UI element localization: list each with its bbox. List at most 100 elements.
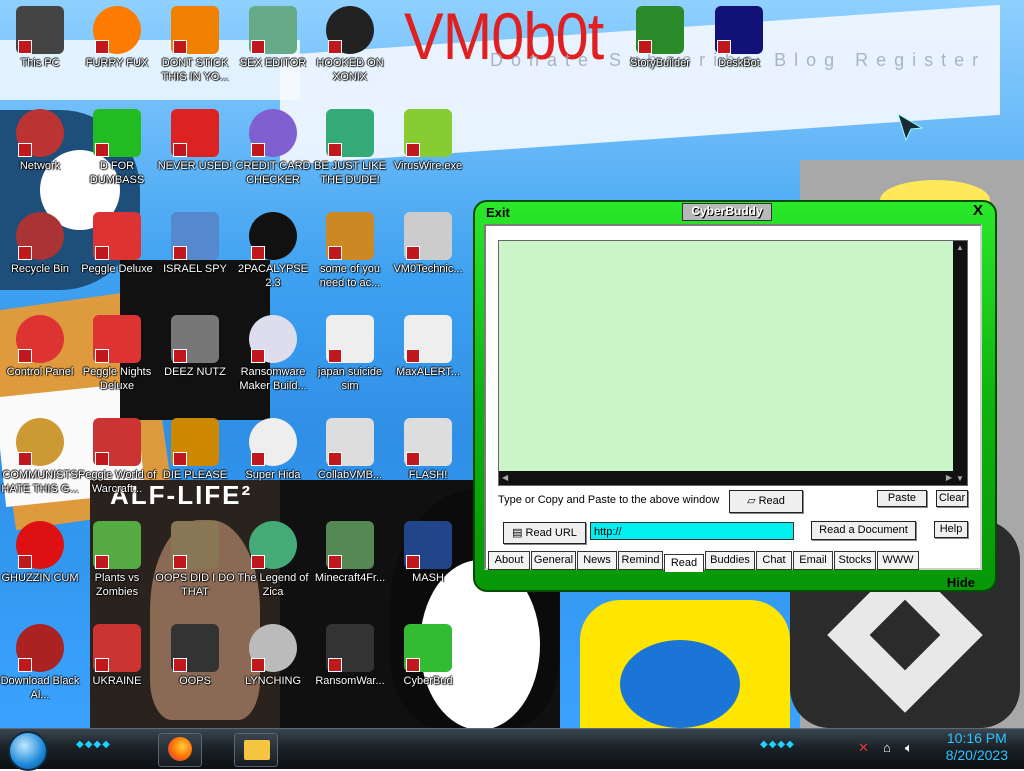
- read-document-button[interactable]: Read a Document: [811, 521, 916, 540]
- desktop-icon[interactable]: Peggle Nights Deluxe: [77, 315, 157, 393]
- clear-button[interactable]: Clear: [936, 490, 968, 507]
- shortcut-badge-icon: [18, 246, 32, 260]
- tab-buddies[interactable]: Buddies: [705, 551, 755, 570]
- desktop-icon[interactable]: 2PACALYPSE 2.3: [233, 212, 313, 290]
- desktop-icon[interactable]: some of you need to ac...: [310, 212, 390, 290]
- desktop-icon[interactable]: CREDIT CARD CHECKER: [233, 109, 313, 187]
- pixel-cat-icon: [249, 418, 297, 466]
- desktop-icon[interactable]: OOPS DID I DO THAT: [155, 521, 235, 599]
- scroll-up-icon[interactable]: ▲: [956, 243, 964, 252]
- hint-text: Type or Copy and Paste to the above wind…: [498, 494, 720, 506]
- horizontal-scrollbar[interactable]: ◀ ▶: [499, 471, 955, 485]
- desktop-icon[interactable]: MaxALERT...: [388, 315, 468, 379]
- exit-button[interactable]: Exit: [486, 205, 510, 220]
- tab-read[interactable]: Read: [664, 554, 704, 572]
- desktop-icon[interactable]: The Legend of Zica: [233, 521, 313, 599]
- desktop-icon[interactable]: ISRAEL SPY: [155, 212, 235, 276]
- desktop-icon[interactable]: BE JUST LIKE THE DUDE!: [310, 109, 390, 187]
- desktop-icon[interactable]: MASH: [388, 521, 468, 585]
- read-button[interactable]: ▱ Read: [729, 490, 803, 513]
- cursor-icon: [897, 112, 924, 142]
- desktop-icon-label: UKRAINE: [92, 675, 142, 687]
- desktop-icon[interactable]: GHUZZIN CUM: [0, 521, 80, 585]
- desktop-icon-label: Ransomware Maker Build...: [239, 366, 307, 392]
- read-text-area[interactable]: ▲ ▼ ◀ ▶: [498, 240, 968, 486]
- desktop-icon-label: VM0Technic...: [393, 263, 463, 275]
- desktop-icon[interactable]: Recycle Bin: [0, 212, 80, 276]
- close-button[interactable]: X: [973, 202, 983, 219]
- shortcut-badge-icon: [328, 452, 342, 466]
- desktop-icon[interactable]: Peggle World of Warcraft...: [77, 418, 157, 496]
- network-icon[interactable]: ⌂: [883, 740, 891, 755]
- taskbar-app-firefox[interactable]: [158, 733, 202, 767]
- tab-chat[interactable]: Chat: [756, 551, 792, 570]
- desktop-icon[interactable]: DIE PLEASE: [155, 418, 235, 482]
- help-button[interactable]: Help: [934, 521, 968, 538]
- desktop-icon[interactable]: OOPS: [155, 624, 235, 688]
- tab-www[interactable]: WWW: [877, 551, 919, 570]
- desktop-icon[interactable]: RansomWar...: [310, 624, 390, 688]
- desktop-icon-label: VirusWire.exe: [393, 160, 463, 172]
- desktop-icon[interactable]: StoryBuilder: [620, 6, 700, 70]
- hide-button[interactable]: Hide: [947, 575, 975, 590]
- scroll-down-icon[interactable]: ▼: [956, 474, 964, 483]
- desktop-icon[interactable]: VM0Technic...: [388, 212, 468, 276]
- shortcut-badge-icon: [18, 555, 32, 569]
- desktop-icon[interactable]: Control Panel: [0, 315, 80, 379]
- credit-card-icon: [249, 109, 297, 157]
- tab-stocks[interactable]: Stocks: [834, 551, 876, 570]
- desktop-icon-label: FURRY FUX: [85, 57, 149, 69]
- desktop-icon-label: ISRAEL SPY: [163, 263, 227, 275]
- desktop-icon[interactable]: HOOKED ON XONIX: [310, 6, 390, 84]
- desktop-icon[interactable]: Plants vs Zombies: [77, 521, 157, 599]
- vlc-icon: [171, 6, 219, 54]
- desktop-icon[interactable]: Super Hida: [233, 418, 313, 482]
- taskbar-app-file-explorer[interactable]: [234, 733, 278, 767]
- hat-icon: [404, 521, 452, 569]
- tab-general[interactable]: General: [531, 551, 576, 570]
- network-error-icon[interactable]: ✕: [858, 740, 869, 756]
- shortcut-badge-icon: [173, 246, 187, 260]
- desktop-icon-label: BE JUST LIKE THE DUDE!: [314, 160, 386, 186]
- desktop-icon[interactable]: Minecraft4Fr...: [310, 521, 390, 585]
- paste-button[interactable]: Paste: [877, 490, 927, 507]
- scroll-right-icon[interactable]: ▶: [946, 473, 952, 482]
- tab-email[interactable]: Email: [793, 551, 833, 570]
- vertical-scrollbar[interactable]: ▲ ▼: [953, 241, 967, 485]
- desktop-icon[interactable]: This PC: [0, 6, 80, 70]
- desktop-icon[interactable]: LYNCHING: [233, 624, 313, 688]
- volume-icon[interactable]: 🔈︎: [905, 740, 913, 756]
- url-input[interactable]: http://: [590, 522, 794, 540]
- shortcut-badge-icon: [406, 143, 420, 157]
- desktop-icon[interactable]: Ransomware Maker Build...: [233, 315, 313, 393]
- painting-icon: [171, 521, 219, 569]
- lime-icon: [404, 109, 452, 157]
- desktop-icon[interactable]: DEEZ NUTZ: [155, 315, 235, 379]
- desktop-icon[interactable]: japan suicide sim: [310, 315, 390, 393]
- desktop-icon[interactable]: Download Black Al...: [0, 624, 80, 702]
- desktop-icon[interactable]: FURRY FUX: [77, 6, 157, 70]
- desktop-icon[interactable]: DeskBot: [699, 6, 779, 70]
- book-icon: ▱: [747, 495, 759, 507]
- desktop-icon[interactable]: UKRAINE: [77, 624, 157, 688]
- desktop-icon[interactable]: SEX EDITOR: [233, 6, 313, 70]
- clock[interactable]: 10:16 PM 8/20/2023: [946, 730, 1008, 764]
- scroll-left-icon[interactable]: ◀: [502, 473, 508, 482]
- desktop-icon[interactable]: Peggle Deluxe: [77, 212, 157, 276]
- computer-icon: [16, 6, 64, 54]
- desktop-icon[interactable]: CollabVMB...: [310, 418, 390, 482]
- read-url-button[interactable]: ▤ Read URL: [503, 522, 586, 544]
- tab-about[interactable]: About: [488, 551, 530, 570]
- desktop-icon[interactable]: FLASH!: [388, 418, 468, 482]
- tab-news[interactable]: News: [577, 551, 617, 570]
- desktop-icon[interactable]: D FOR DUMBASS: [77, 109, 157, 187]
- desktop-icon[interactable]: COMMUNISTS HATE THIS G...: [0, 418, 80, 496]
- desktop-icon[interactable]: Network: [0, 109, 80, 173]
- desktop-icon[interactable]: NEVER USED!: [155, 109, 235, 173]
- shortcut-badge-icon: [173, 349, 187, 363]
- desktop-icon[interactable]: DONT STICK THIS IN YO...: [155, 6, 235, 84]
- desktop-icon[interactable]: VirusWire.exe: [388, 109, 468, 173]
- tab-remind[interactable]: Remind: [618, 551, 663, 570]
- desktop-icon[interactable]: CyberBud: [388, 624, 468, 688]
- start-button[interactable]: [8, 731, 48, 771]
